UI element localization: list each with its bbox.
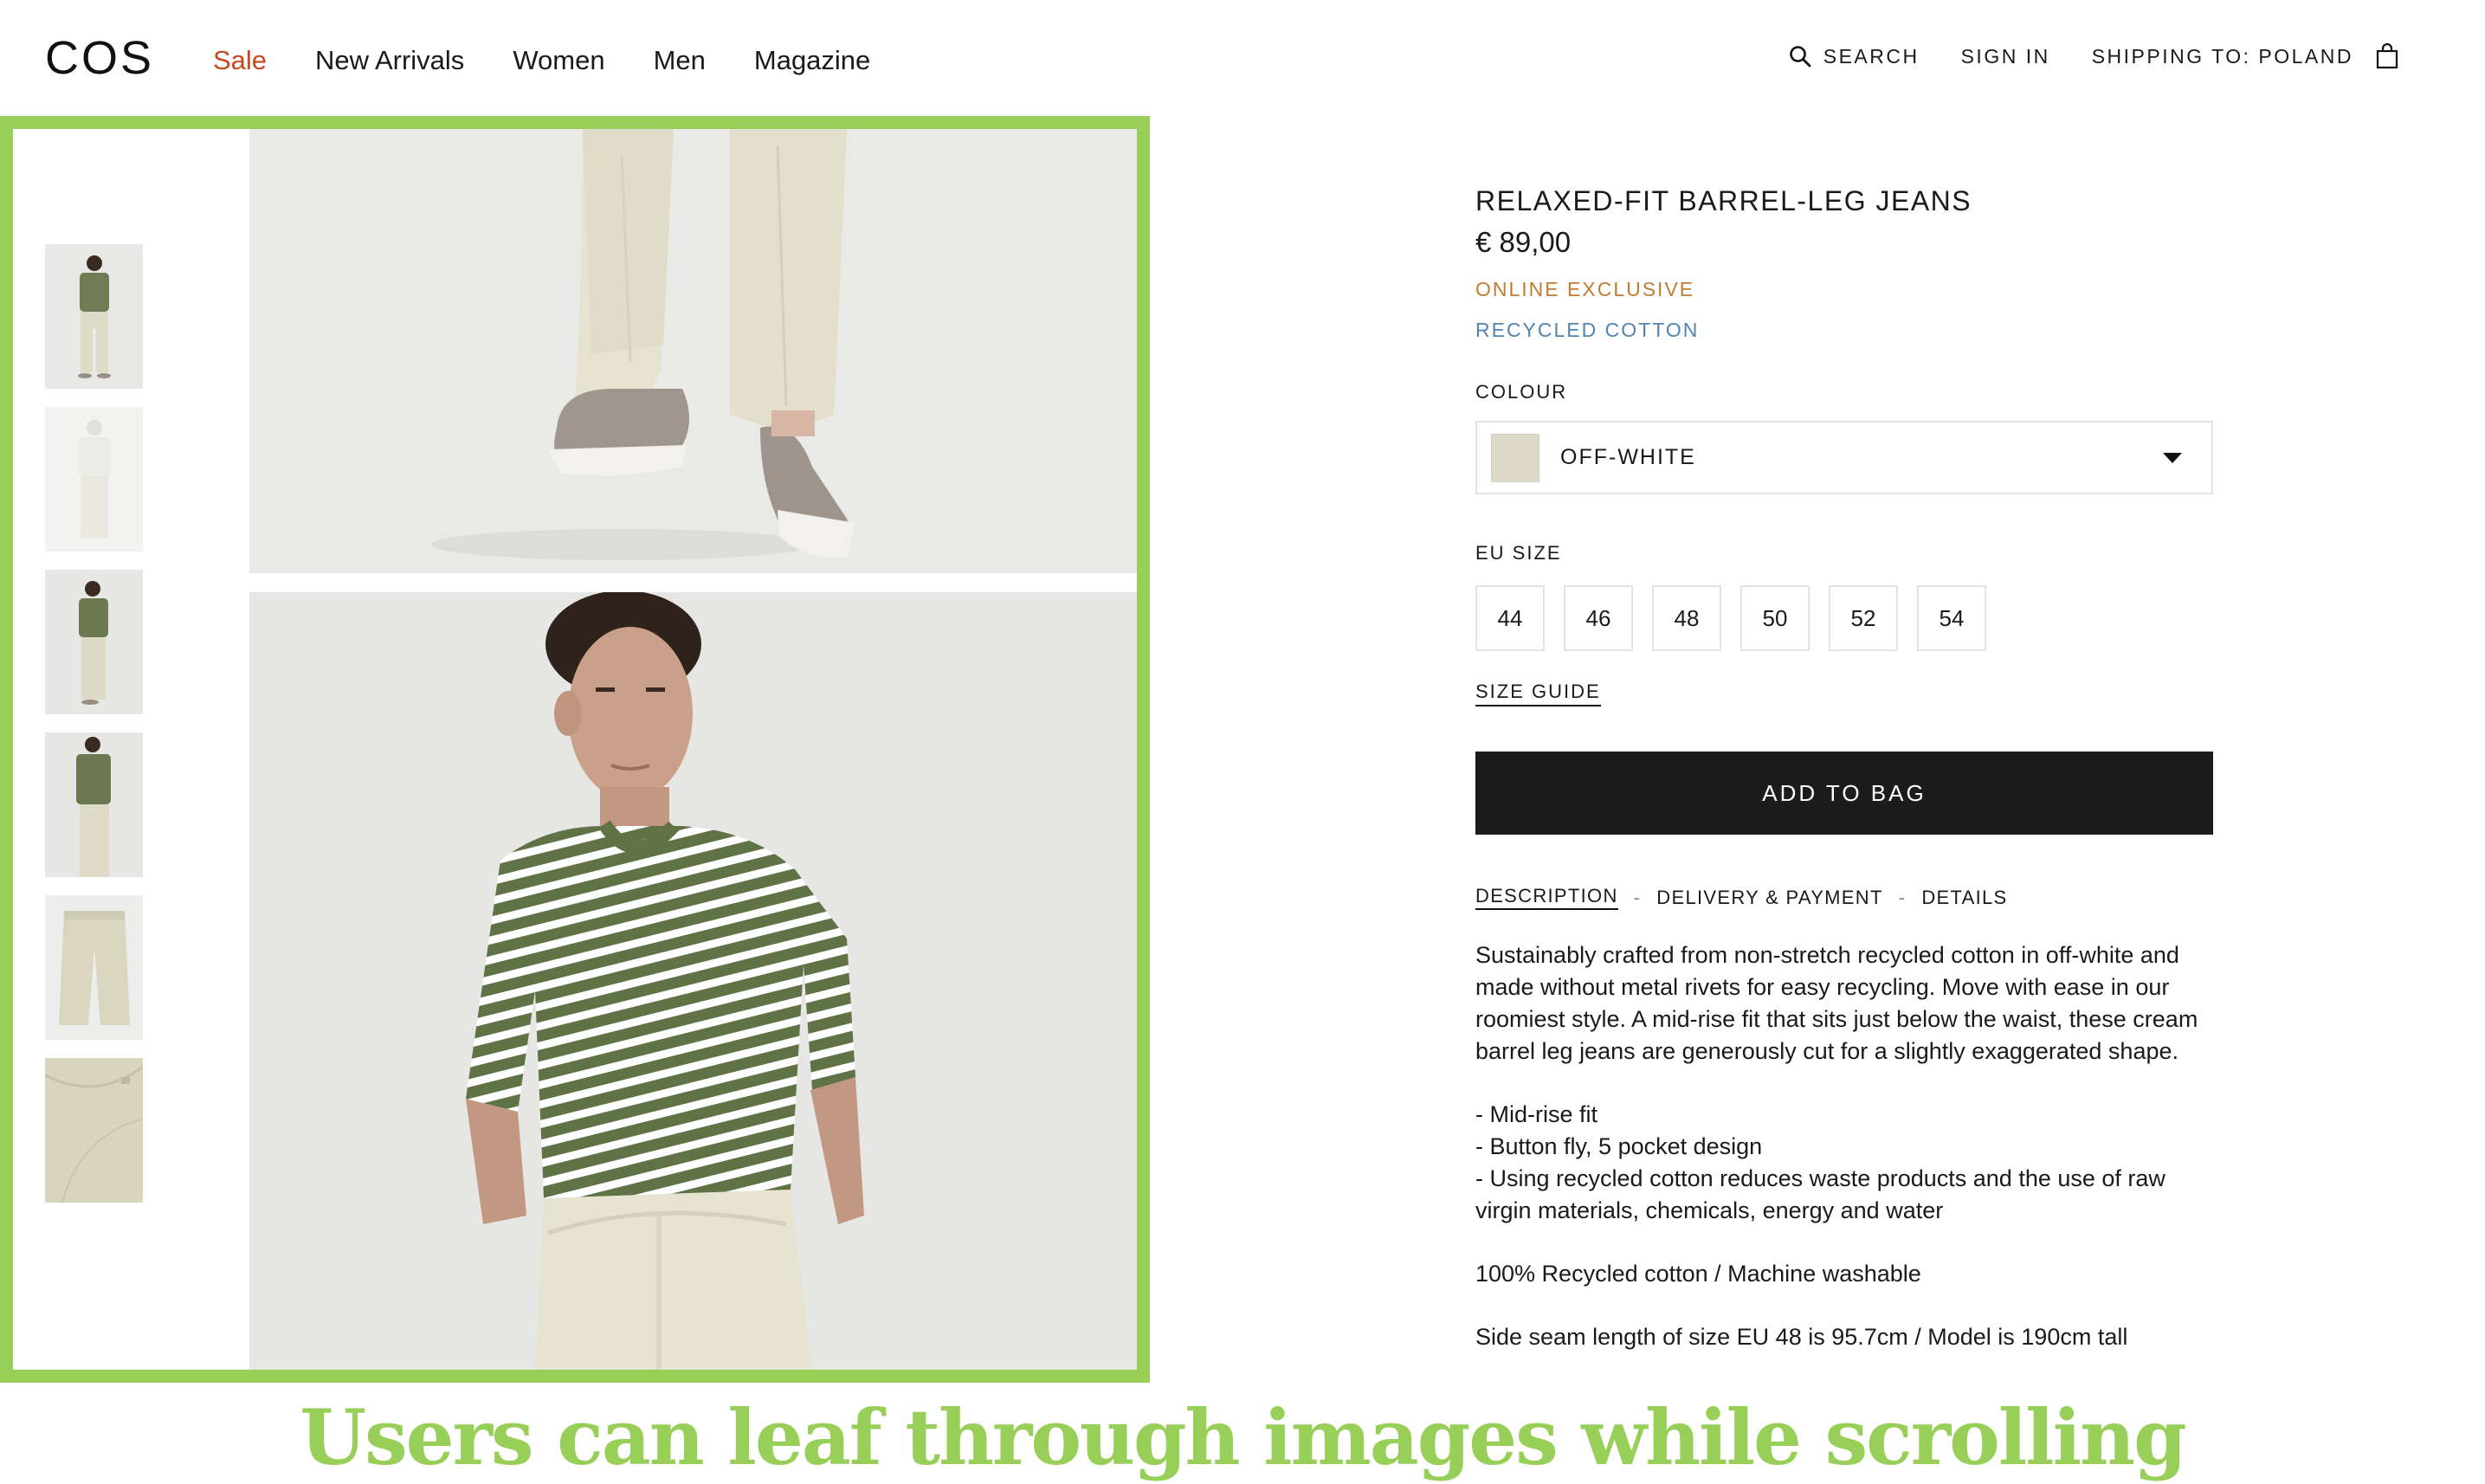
nav-women[interactable]: Women: [513, 45, 604, 76]
nav-men[interactable]: Men: [654, 45, 706, 76]
thumbnail-3[interactable]: [45, 570, 143, 714]
utility-nav: SEARCH SIGN IN SHIPPING TO: POLAND: [1789, 43, 2398, 69]
size-option-44[interactable]: 44: [1475, 585, 1545, 651]
sign-in-label: SIGN IN: [1960, 44, 2050, 68]
product-image-legs[interactable]: [249, 129, 1137, 573]
main-nav: Sale New Arrivals Women Men Magazine: [213, 45, 870, 76]
product-image-model[interactable]: [249, 592, 1137, 1370]
nav-sale[interactable]: Sale: [213, 45, 267, 76]
product-gallery[interactable]: [0, 116, 1150, 1383]
colour-select[interactable]: OFF-WHITE: [1475, 421, 2213, 494]
bullet-item: - Button fly, 5 pocket design: [1475, 1133, 1763, 1159]
colour-swatch: [1491, 433, 1539, 482]
tab-separator: -: [1633, 886, 1642, 908]
thumbnail-2[interactable]: [45, 407, 143, 552]
thumbnail-5[interactable]: [45, 895, 143, 1040]
composition-text: 100% Recycled cotton / Machine washable: [1475, 1261, 1921, 1287]
product-description: Sustainably crafted from non-stretch rec…: [1475, 939, 2217, 1353]
shipping-selector[interactable]: SHIPPING TO: POLAND: [2092, 45, 2353, 68]
nav-magazine[interactable]: Magazine: [754, 45, 870, 76]
thumbnail-4[interactable]: [45, 732, 143, 877]
thumbnail-6[interactable]: [45, 1058, 143, 1203]
thumbnail-1[interactable]: [45, 244, 143, 389]
shopping-bag-icon[interactable]: [2376, 43, 2398, 69]
description-text: Sustainably crafted from non-stretch rec…: [1475, 942, 2198, 1064]
recycled-cotton-badge: RECYCLED COTTON: [1475, 319, 1700, 341]
cos-logo[interactable]: COS: [45, 31, 154, 85]
size-option-50[interactable]: 50: [1740, 585, 1810, 651]
product-price: € 89,00: [1475, 226, 1572, 258]
annotation-caption: Users can leaf through images while scro…: [300, 1392, 2186, 1482]
bullet-item: - Using recycled cotton reduces waste pr…: [1475, 1165, 2166, 1223]
size-option-48[interactable]: 48: [1652, 585, 1721, 651]
chevron-down-icon: [2163, 452, 2182, 463]
tab-delivery-payment[interactable]: DELIVERY & PAYMENT: [1656, 887, 1882, 909]
size-option-46[interactable]: 46: [1564, 585, 1633, 651]
colour-value: OFF-WHITE: [1560, 445, 1696, 469]
fit-note-text: Side seam length of size EU 48 is 95.7cm…: [1475, 1324, 2128, 1350]
tab-description[interactable]: DESCRIPTION: [1475, 885, 1618, 910]
tab-separator: -: [1898, 886, 1907, 908]
colour-label: COLOUR: [1475, 381, 1568, 403]
size-guide-link[interactable]: SIZE GUIDE: [1475, 681, 1601, 707]
nav-new-arrivals[interactable]: New Arrivals: [315, 45, 464, 76]
search-button[interactable]: SEARCH: [1789, 45, 1920, 68]
sign-in-link[interactable]: SIGN IN: [1961, 45, 2050, 68]
search-icon: [1789, 46, 1811, 68]
bullet-item: - Mid-rise fit: [1475, 1101, 1598, 1127]
product-panel: RELAXED-FIT BARREL-LEG JEANS € 89,00 ONL…: [1475, 185, 2217, 1384]
size-options: 44 46 48 50 52 54: [1475, 585, 2217, 651]
search-label: SEARCH: [1823, 44, 1920, 68]
size-option-54[interactable]: 54: [1917, 585, 1986, 651]
add-to-bag-button[interactable]: ADD TO BAG: [1475, 752, 2213, 835]
size-label: EU SIZE: [1475, 542, 1562, 564]
tab-details[interactable]: DETAILS: [1921, 887, 2007, 909]
shipping-label: SHIPPING TO: POLAND: [2091, 44, 2353, 68]
info-tabs: DESCRIPTION - DELIVERY & PAYMENT - DETAI…: [1475, 885, 2217, 910]
size-option-52[interactable]: 52: [1829, 585, 1898, 651]
product-title: RELAXED-FIT BARREL-LEG JEANS: [1475, 185, 1972, 216]
online-exclusive-badge: ONLINE EXCLUSIVE: [1475, 278, 1695, 300]
